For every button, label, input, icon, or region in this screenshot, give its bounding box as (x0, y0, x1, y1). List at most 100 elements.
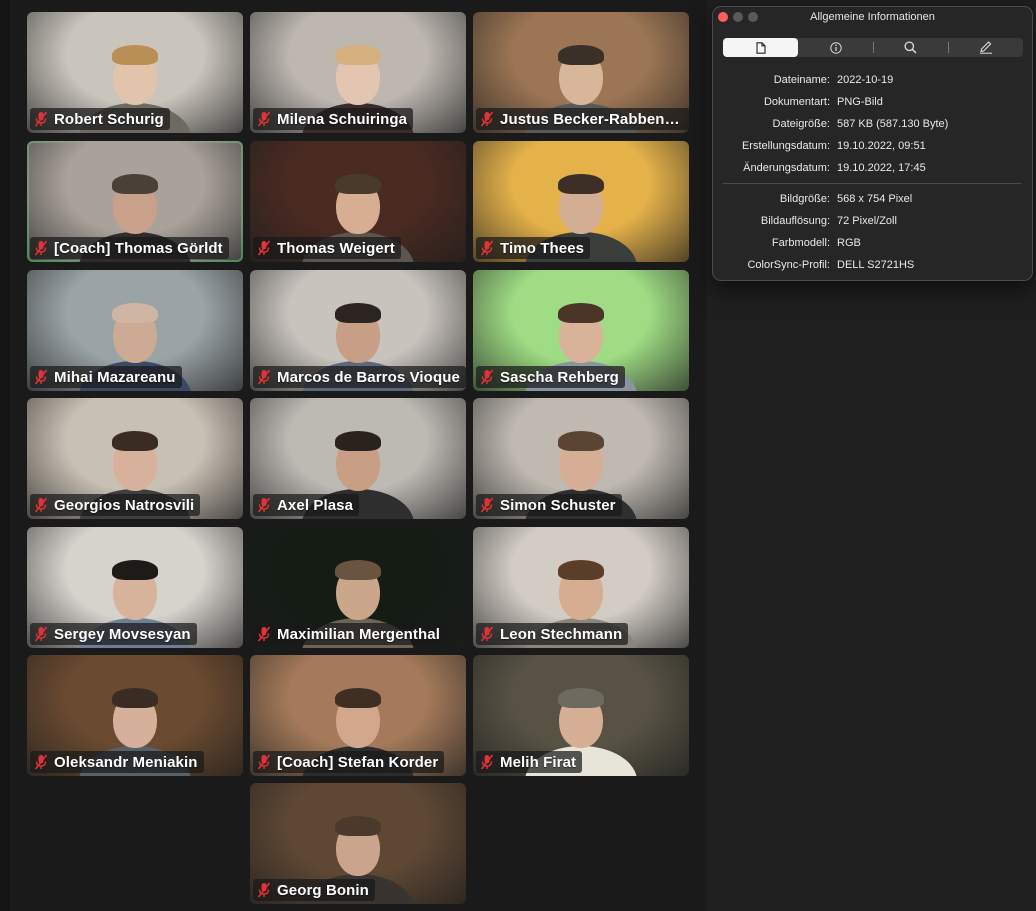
participant-nameplate: Timo Thees (476, 237, 591, 259)
section-divider (723, 183, 1021, 184)
info-row: ColorSync-Profil: DELL S2721HS (713, 259, 1032, 275)
participant-nameplate: Marcos de Barros Vioque (253, 366, 466, 388)
info-value: 568 x 754 Pixel (837, 193, 913, 205)
silhouette-hair (335, 560, 381, 580)
video-tile[interactable]: [Coach] Stefan Korder (250, 655, 466, 776)
left-edge (0, 0, 10, 911)
video-tile[interactable]: Georgios Natrosvili (27, 398, 243, 519)
participant-nameplate: Georg Bonin (253, 879, 375, 901)
mic-muted-icon (257, 497, 271, 513)
silhouette-hair (558, 431, 604, 451)
info-value: RGB (837, 237, 861, 249)
video-tile[interactable]: Maximilian Mergenthal (250, 527, 466, 648)
participant-nameplate: Sascha Rehberg (476, 366, 625, 388)
participant-nameplate: [Coach] Thomas Görldt (30, 237, 229, 259)
video-tile[interactable]: Leon Stechmann (473, 527, 689, 648)
participant-name: Mihai Mazareanu (54, 368, 176, 386)
participant-nameplate: Robert Schurig (30, 108, 170, 130)
info-key: Dokumentart: (763, 96, 830, 108)
mic-muted-icon (257, 369, 271, 385)
video-tile[interactable]: Milena Schuiringa (250, 12, 466, 133)
mic-muted-icon (257, 240, 271, 256)
video-tile[interactable]: [Coach] Thomas Görldt (27, 141, 243, 262)
tab-more-info[interactable] (798, 38, 874, 57)
participant-nameplate: Axel Plasa (253, 494, 360, 516)
video-tile[interactable]: Justus Becker-Rabbenstein (473, 12, 689, 133)
inspector-tabs (723, 38, 1023, 57)
video-tile[interactable]: Simon Schuster (473, 398, 689, 519)
silhouette-hair (558, 174, 604, 194)
info-value: DELL S2721HS (837, 259, 915, 271)
mic-muted-icon (480, 497, 494, 513)
info-key: ColorSync-Profil: (747, 259, 830, 271)
info-value: 72 Pixel/Zoll (837, 215, 897, 227)
tab-search[interactable] (873, 38, 949, 57)
silhouette-hair (558, 45, 604, 65)
participant-nameplate: Oleksandr Meniakin (30, 751, 204, 773)
mic-muted-icon (480, 626, 494, 642)
video-tile[interactable]: Oleksandr Meniakin (27, 655, 243, 776)
participant-name: Timo Thees (500, 239, 585, 257)
video-tile[interactable]: Robert Schurig (27, 12, 243, 133)
silhouette-hair (335, 174, 381, 194)
participant-name: Thomas Weigert (277, 239, 395, 257)
info-row: Farbmodell: RGB (713, 237, 1032, 253)
participant-nameplate: Georgios Natrosvili (30, 494, 201, 516)
info-row: Dateiname: 2022-10-19 (713, 74, 1032, 90)
participant-name: Robert Schurig (54, 110, 164, 128)
silhouette-hair (112, 45, 158, 65)
mic-muted-icon (480, 111, 494, 127)
video-tile[interactable]: Mihai Mazareanu (27, 270, 243, 391)
silhouette-hair (335, 816, 381, 836)
info-key: Dateiname: (773, 74, 830, 86)
info-row: Bildauflösung: 72 Pixel/Zoll (713, 215, 1032, 231)
info-icon (829, 41, 842, 54)
info-value: 19.10.2022, 09:51 (837, 140, 926, 152)
silhouette-hair (558, 560, 604, 580)
participant-name: Maximilian Mergenthal (277, 625, 440, 643)
document-icon (755, 41, 766, 54)
info-value: 2022-10-19 (837, 74, 894, 86)
participant-nameplate: Sergey Movsesyan (30, 623, 197, 645)
silhouette-hair (112, 174, 158, 194)
participant-nameplate: Leon Stechmann (476, 623, 629, 645)
info-key: Änderungsdatum: (743, 162, 830, 174)
video-tile[interactable]: Marcos de Barros Vioque (250, 270, 466, 391)
video-tile[interactable]: Sascha Rehberg (473, 270, 689, 391)
silhouette-hair (335, 688, 381, 708)
participant-nameplate: [Coach] Stefan Korder (253, 751, 445, 773)
participant-name: Simon Schuster (500, 496, 616, 514)
mic-muted-icon (480, 240, 494, 256)
info-key: Erstellungsdatum: (741, 140, 830, 152)
mic-muted-icon (34, 111, 48, 127)
mic-muted-icon (480, 369, 494, 385)
title-bar[interactable]: Allgemeine Informationen (713, 7, 1032, 27)
silhouette-hair (112, 688, 158, 708)
video-tile[interactable]: Sergey Movsesyan (27, 527, 243, 648)
silhouette-hair (112, 303, 158, 323)
video-grid: Robert Schurig Milena Schuiringa Justus Be… (0, 0, 706, 911)
participant-name: Axel Plasa (277, 496, 354, 514)
participant-name: Sascha Rehberg (500, 368, 619, 386)
video-tile[interactable]: Melih Firat (473, 655, 689, 776)
silhouette-hair (558, 688, 604, 708)
info-row: Bildgröße: 568 x 754 Pixel (713, 193, 1032, 209)
participant-nameplate: Thomas Weigert (253, 237, 401, 259)
video-tile[interactable]: Thomas Weigert (250, 141, 466, 262)
tab-annotate[interactable] (948, 38, 1023, 57)
participant-name: Georgios Natrosvili (54, 496, 195, 514)
video-tile[interactable]: Timo Thees (473, 141, 689, 262)
participant-name: Milena Schuiringa (277, 110, 408, 128)
info-value: 19.10.2022, 17:45 (837, 162, 926, 174)
mic-muted-icon (480, 754, 494, 770)
video-tile[interactable]: Georg Bonin (250, 783, 466, 904)
mic-muted-icon (257, 626, 271, 642)
silhouette-hair (112, 560, 158, 580)
tab-general[interactable] (723, 38, 798, 57)
mic-muted-icon (34, 497, 48, 513)
video-tile[interactable]: Axel Plasa (250, 398, 466, 519)
info-value: PNG-Bild (837, 96, 883, 108)
info-row: Dokumentart: PNG-Bild (713, 96, 1032, 112)
participant-name: Georg Bonin (277, 881, 369, 899)
mic-muted-icon (257, 111, 271, 127)
